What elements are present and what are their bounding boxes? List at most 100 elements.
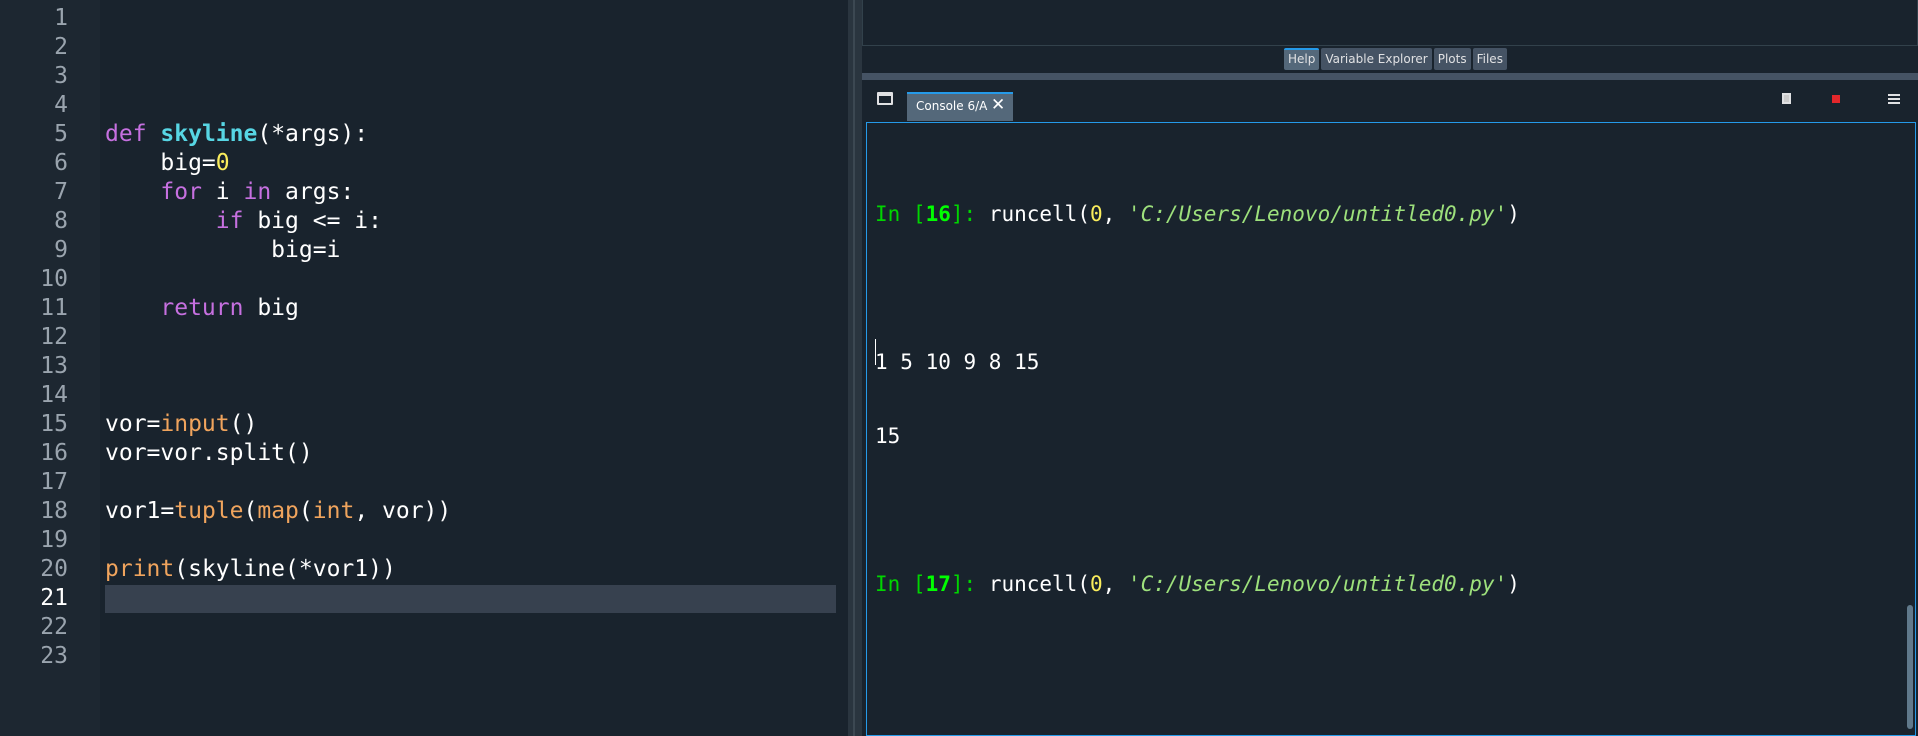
code-editor[interactable]: 1 2 3 4 5 6 7 8 9 10 11 12 13 14 15 16 17 18 19 20 21 22 23 de… [0,0,848,736]
code-token: big [243,295,299,321]
help-pane [862,0,1918,46]
code-line-11: return big [105,294,451,323]
line-number: 9 [54,237,68,263]
line-number: 17 [40,469,68,495]
stop-icon[interactable] [1832,95,1840,103]
builtin-tuple: tuple [174,498,244,524]
code-line-15: vor=input() [105,410,451,439]
code-token: args: [271,179,355,205]
line-number-gutter: 1 2 3 4 5 6 7 8 9 10 11 12 13 14 15 16 17 18 19 20 21 22 23 [0,0,100,736]
pane-tab-bar: Help Variable Explorer Plots Files [1284,48,1507,70]
browse-tabs-icon[interactable] [877,92,893,105]
keyword-for: for [160,179,202,205]
line-number: 12 [40,324,68,350]
command-text: runcell( [988,202,1090,226]
code-token: (skyline(*vor1)) [174,556,396,582]
prompt-prefix: In [ [875,202,926,226]
console-output-line: 1 5 10 9 8 15 [875,350,1040,374]
line-number: 2 [54,34,68,60]
code-token: vor1= [105,498,175,524]
tab-console[interactable]: Console 6/A ✕ [907,92,1013,121]
line-number: 22 [40,614,68,640]
scrollbar-thumb[interactable] [1907,605,1913,729]
console-tab-label: Console 6/A [916,99,988,113]
line-number: 8 [54,208,68,234]
builtin-input: input [160,411,230,437]
code-token: ( [243,498,258,524]
string-literal: 'C:/Users/Lenovo/untitled0.py' [1127,572,1508,596]
splitter-line [853,0,855,736]
command-text: , [1102,572,1128,596]
tab-files[interactable]: Files [1472,48,1507,70]
keyword-if: if [215,208,244,234]
line-number: 19 [40,527,68,553]
line-number: 18 [40,498,68,524]
code-token: vor=vor.split() [105,440,313,466]
line-number: 6 [54,150,68,176]
keyword-in: in [243,179,272,205]
line-number: 3 [54,63,68,89]
line-number: 21 [40,585,68,611]
hamburger-menu-icon[interactable] [1888,94,1900,104]
line-number: 5 [54,121,68,147]
close-icon[interactable]: ✕ [991,95,1005,115]
code-token: () [229,411,258,437]
function-name: skyline [160,121,258,147]
code-line-18: vor1=tuple(map(int, vor)) [105,497,451,526]
console-input-line: In [17]: runcell(0, 'C:/Users/Lenovo/unt… [875,571,1520,597]
prompt-number: 16 [925,202,951,226]
string-literal: 'C:/Users/Lenovo/untitled0.py' [1127,202,1508,226]
console-output-line: 15 [875,424,901,448]
pane-splitter[interactable] [848,0,862,736]
code-token: big= [105,150,216,176]
line-number: 10 [40,266,68,292]
code-token: vor= [105,411,161,437]
command-text: ) [1507,202,1520,226]
command-text: , [1102,202,1128,226]
code-token: , vor)) [354,498,452,524]
line-number: 1 [54,5,68,31]
tab-help[interactable]: Help [1284,48,1320,70]
prompt-prefix: In [ [875,572,926,596]
code-token: i [201,179,244,205]
console-output: In [16]: runcell(0, 'C:/Users/Lenovo/unt… [875,153,1520,645]
line-number: 20 [40,556,68,582]
code-line-20: print(skyline(*vor1)) [105,555,451,584]
number-literal: 0 [215,150,230,176]
prompt-suffix: ]: [950,202,989,226]
code-token: ( [298,498,313,524]
console-input-line: In [16]: runcell(0, 'C:/Users/Lenovo/unt… [875,201,1520,227]
builtin-print: print [105,556,175,582]
code-line-6: big=0 [105,149,451,178]
code-line-5: def skyline(*args): [105,120,451,149]
tab-variable-explorer[interactable]: Variable Explorer [1321,48,1432,70]
tab-plots[interactable]: Plots [1433,48,1471,70]
prompt-number: 17 [925,572,951,596]
ipython-console[interactable]: In [16]: runcell(0, 'C:/Users/Lenovo/unt… [866,122,1916,736]
builtin-map: map [257,498,299,524]
current-line-highlight [105,585,836,613]
command-text: runcell( [988,572,1090,596]
code-line-16: vor=vor.split() [105,439,451,468]
code-token: big=i [105,237,341,263]
code-text[interactable]: def skyline(*args): big=0 for i in args:… [105,4,451,584]
pane-separator[interactable] [862,73,1918,80]
line-numbers: 1 2 3 4 5 6 7 8 9 10 11 12 13 14 15 16 17 18 19 20 21 22 23 [0,4,68,671]
code-token: big <= i: [243,208,382,234]
keyword-def: def [105,121,147,147]
copy-icon[interactable] [1782,93,1791,104]
command-text: ) [1507,572,1520,596]
line-number: 14 [40,382,68,408]
line-number: 23 [40,643,68,669]
line-number: 7 [54,179,68,205]
right-panel: Help Variable Explorer Plots Files Conso… [862,0,1918,736]
line-number: 4 [54,92,68,118]
line-number: 13 [40,353,68,379]
code-token: (*args): [257,121,369,147]
